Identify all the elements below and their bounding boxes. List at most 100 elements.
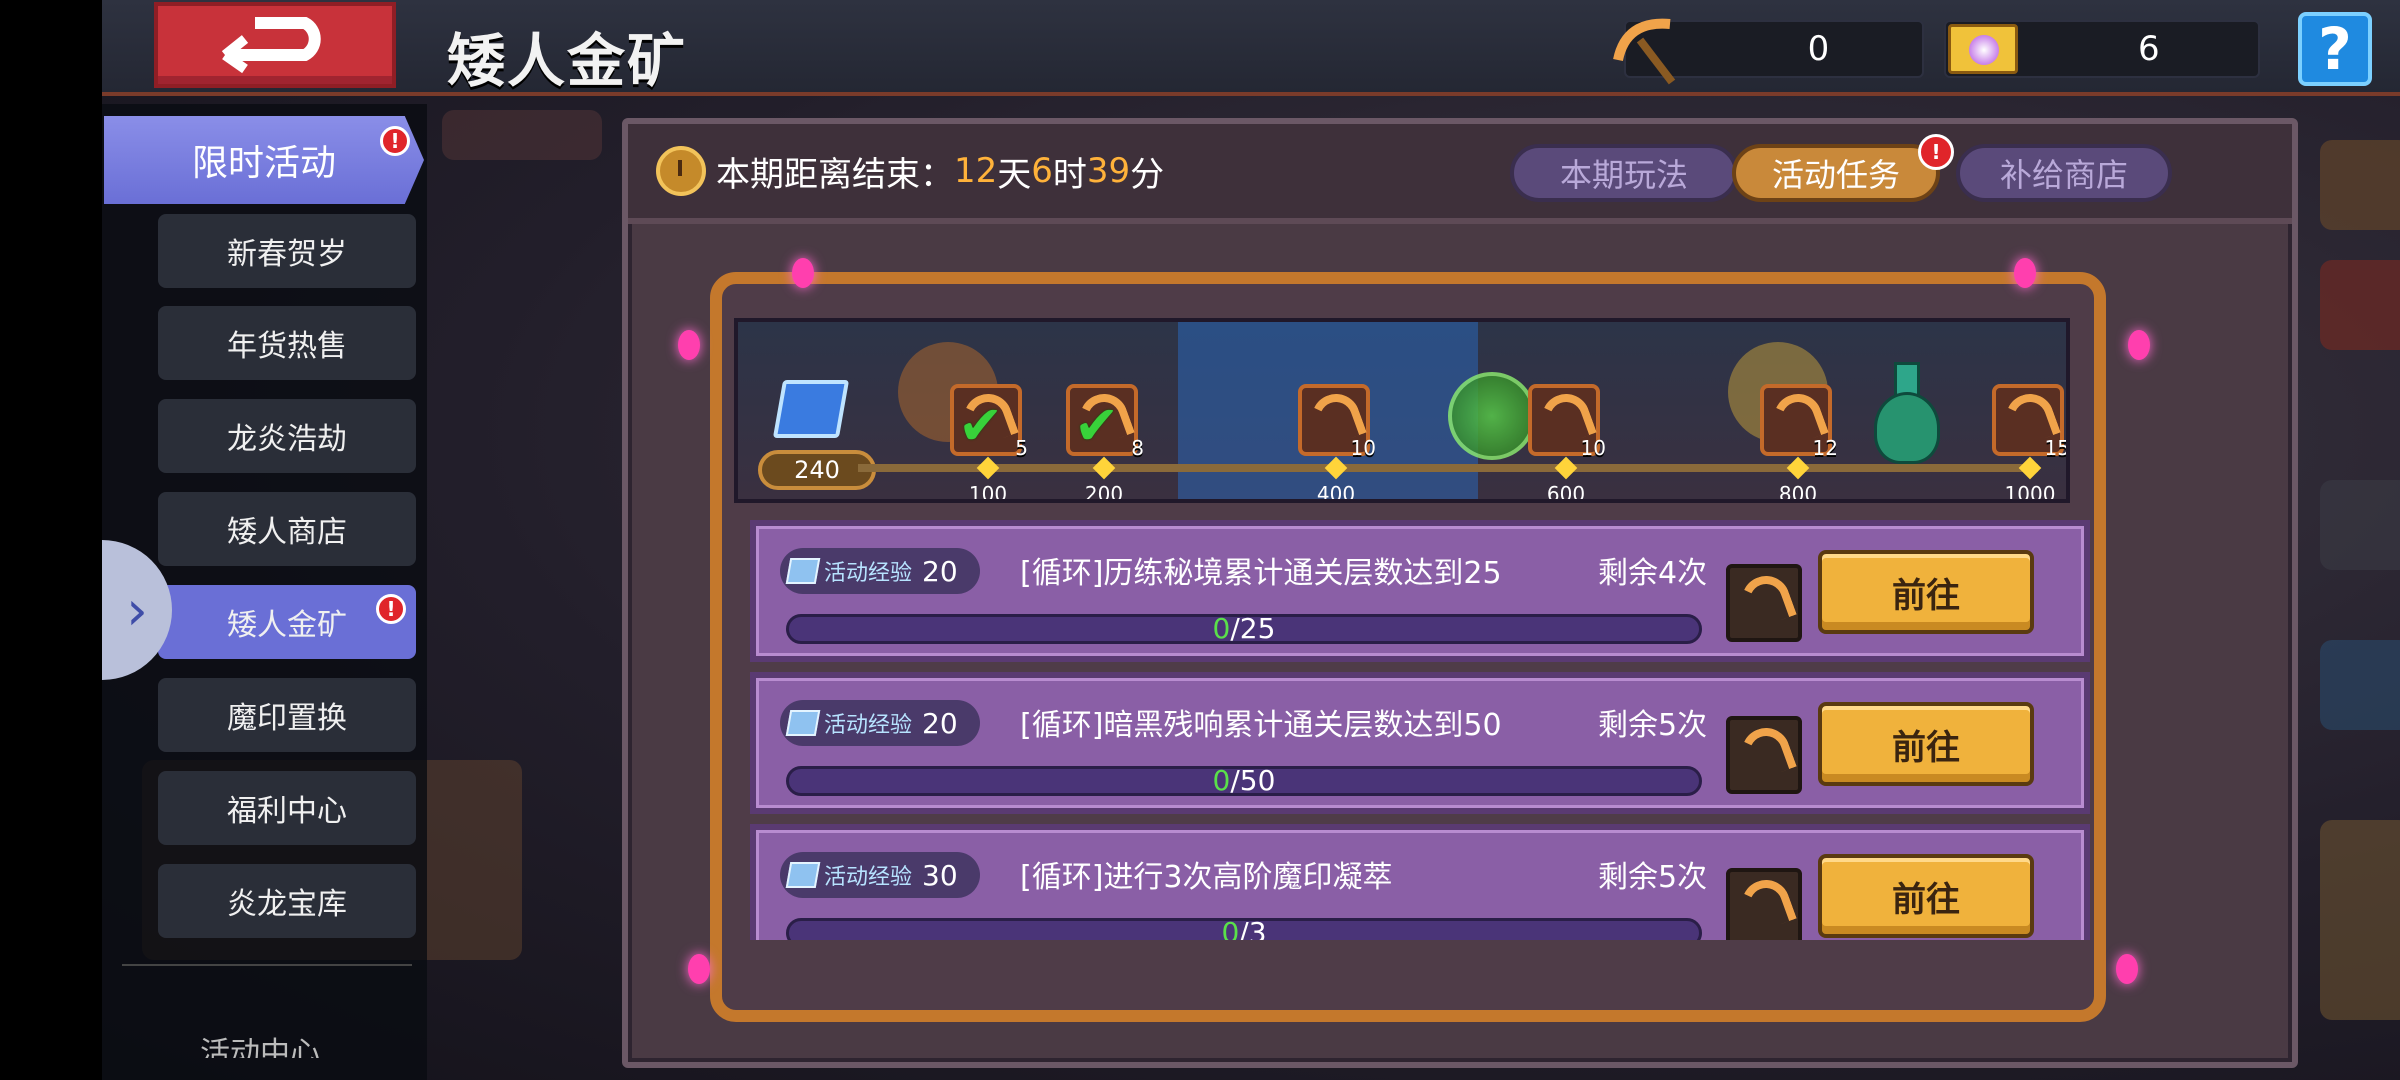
tab-label: 补给商店	[1999, 156, 2128, 194]
sidebar-header[interactable]: 限时活动	[104, 116, 424, 204]
frame-gem	[2014, 258, 2036, 288]
page-title: 矮人金矿	[447, 27, 688, 95]
potion-icon	[1874, 362, 1940, 464]
sidebar-item-dwarf-mine[interactable]: 矮人金矿	[158, 585, 416, 659]
exp-reward: 活动经验 30	[780, 852, 980, 898]
exp-reward: 活动经验 20	[780, 548, 980, 594]
side-event-icon[interactable]	[2320, 480, 2400, 570]
countdown-days: 12	[954, 151, 998, 191]
exp-book-icon	[785, 710, 821, 736]
sidebar-item-activity-center[interactable]: 活动中心	[200, 1028, 320, 1058]
exp-reward: 活动经验 20	[780, 700, 980, 746]
chevron-right-icon: ›	[126, 578, 148, 642]
task-progress: 0/50	[786, 766, 1702, 796]
exp-amount: 20	[922, 706, 958, 740]
exp-label: 活动经验	[824, 561, 913, 586]
milestone-reward[interactable]: 10	[1298, 384, 1376, 460]
progress-total: /50	[1230, 764, 1276, 797]
event-panel: 本期距离结束： 12 天 6 时 39 分 本期玩法 活动任务 ! 补给商店 240 ✔ 5 …	[622, 118, 2298, 1068]
side-event-icon[interactable]	[2320, 260, 2400, 350]
task-progress: 0/25	[786, 614, 1702, 644]
sidebar-item-label: 年货热售	[227, 329, 347, 364]
milestone-reward[interactable]: ✔ 5	[950, 384, 1028, 460]
task-title: [循环]历练秘境累计通关层数达到25	[1020, 556, 1502, 591]
exp-book-icon	[785, 558, 821, 584]
check-icon: ✔	[958, 394, 1004, 457]
task-remaining: 剩余4次	[1598, 556, 1708, 591]
pickaxe-icon	[1735, 569, 1797, 631]
task-reward[interactable]	[1726, 716, 1802, 794]
days-unit: 天	[997, 154, 1032, 195]
help-button[interactable]: ?	[2298, 12, 2372, 86]
task-row: 活动经验 20 [循环]暗黑残响累计通关层数达到50 剩余5次 0/50 前往	[750, 672, 2090, 814]
tab-shop[interactable]: 补给商店	[1956, 144, 2172, 202]
exp-label: 活动经验	[824, 865, 913, 890]
exp-book-icon	[785, 862, 821, 888]
sidebar-item-welfare[interactable]: 福利中心	[158, 771, 416, 845]
gem-ticket-icon	[1948, 24, 2018, 74]
milestone-value: 400	[1316, 482, 1356, 503]
milestone-reward[interactable]: 10	[1528, 384, 1606, 460]
countdown-hours: 6	[1031, 151, 1053, 191]
progress-done: 0	[1221, 916, 1240, 941]
task-list[interactable]: 活动经验 20 [循环]历练秘境累计通关层数达到25 剩余4次 0/25 前往 活…	[750, 520, 2090, 940]
back-button[interactable]	[154, 2, 396, 88]
sidebar-item-dwarf-shop[interactable]: 矮人商店	[158, 492, 416, 566]
milestone-value: 100	[968, 482, 1008, 503]
go-button[interactable]: 前往	[1818, 854, 2034, 938]
milestone-reward[interactable]: 15	[1992, 384, 2066, 460]
side-event-icon[interactable]	[2320, 640, 2400, 730]
check-icon: ✔	[1074, 394, 1120, 457]
alert-badge: !	[376, 594, 406, 624]
side-event-icon[interactable]	[2320, 140, 2400, 230]
reward-count: 10	[1350, 436, 1376, 460]
go-button[interactable]: 前往	[1818, 702, 2034, 786]
go-button[interactable]: 前往	[1818, 550, 2034, 634]
hours-unit: 时	[1052, 154, 1087, 195]
side-event-icon[interactable]	[2320, 820, 2400, 1020]
sidebar-item-dragon-flame[interactable]: 龙炎浩劫	[158, 399, 416, 473]
exp-amount: 30	[922, 858, 958, 892]
ticket-count: 6	[2137, 29, 2160, 69]
task-reward[interactable]	[1726, 564, 1802, 642]
progress-done: 0	[1212, 612, 1231, 645]
milestone-value: 200	[1084, 482, 1124, 503]
task-reward[interactable]	[1726, 868, 1802, 940]
milestone-value: 800	[1778, 482, 1818, 503]
task-progress: 0/3	[786, 918, 1702, 940]
reward-count: 15	[2044, 436, 2070, 460]
tab-tasks[interactable]: 活动任务	[1732, 144, 1940, 202]
reward-count: 12	[1812, 436, 1838, 460]
sidebar-header-label: 限时活动	[191, 143, 336, 184]
exp-amount: 20	[922, 554, 958, 588]
tab-rules[interactable]: 本期玩法	[1510, 144, 1738, 202]
milestone-value: 600	[1546, 482, 1586, 503]
frame-gem	[678, 330, 700, 360]
frame-gem	[792, 258, 814, 288]
task-remaining: 剩余5次	[1598, 708, 1708, 743]
sidebar-item-goods[interactable]: 年货热售	[158, 306, 416, 380]
progress-done: 0	[1212, 764, 1231, 797]
frame-gem	[2128, 330, 2150, 360]
pickaxe-icon	[1735, 873, 1797, 935]
milestone-marker	[2018, 456, 2042, 480]
task-title: [循环]进行3次高阶魔印凝萃	[1020, 860, 1393, 895]
alert-badge: !	[1918, 134, 1954, 170]
exp-label: 活动经验	[824, 713, 913, 738]
milestone-marker	[1092, 456, 1116, 480]
mins-unit: 分	[1130, 154, 1165, 195]
reward-count: 10	[1580, 436, 1606, 460]
sidebar-item-rune-swap[interactable]: 魔印置换	[158, 678, 416, 752]
sidebar-item-label: 炎龙宝库	[227, 887, 347, 922]
progress-total: /25	[1230, 612, 1276, 645]
stopwatch-icon	[656, 146, 706, 196]
sidebar-item-vault[interactable]: 炎龙宝库	[158, 864, 416, 938]
tab-label: 本期玩法	[1559, 156, 1688, 194]
progress-total: /3	[1239, 916, 1267, 941]
milestone-reward[interactable]: ✔ 8	[1066, 384, 1144, 460]
bg-decoration	[442, 110, 602, 160]
track-progress-bar	[858, 464, 2038, 472]
pickaxe-icon	[1735, 721, 1797, 783]
milestone-reward[interactable]: 12	[1760, 384, 1838, 460]
sidebar-item-spring[interactable]: 新春贺岁	[158, 214, 416, 288]
